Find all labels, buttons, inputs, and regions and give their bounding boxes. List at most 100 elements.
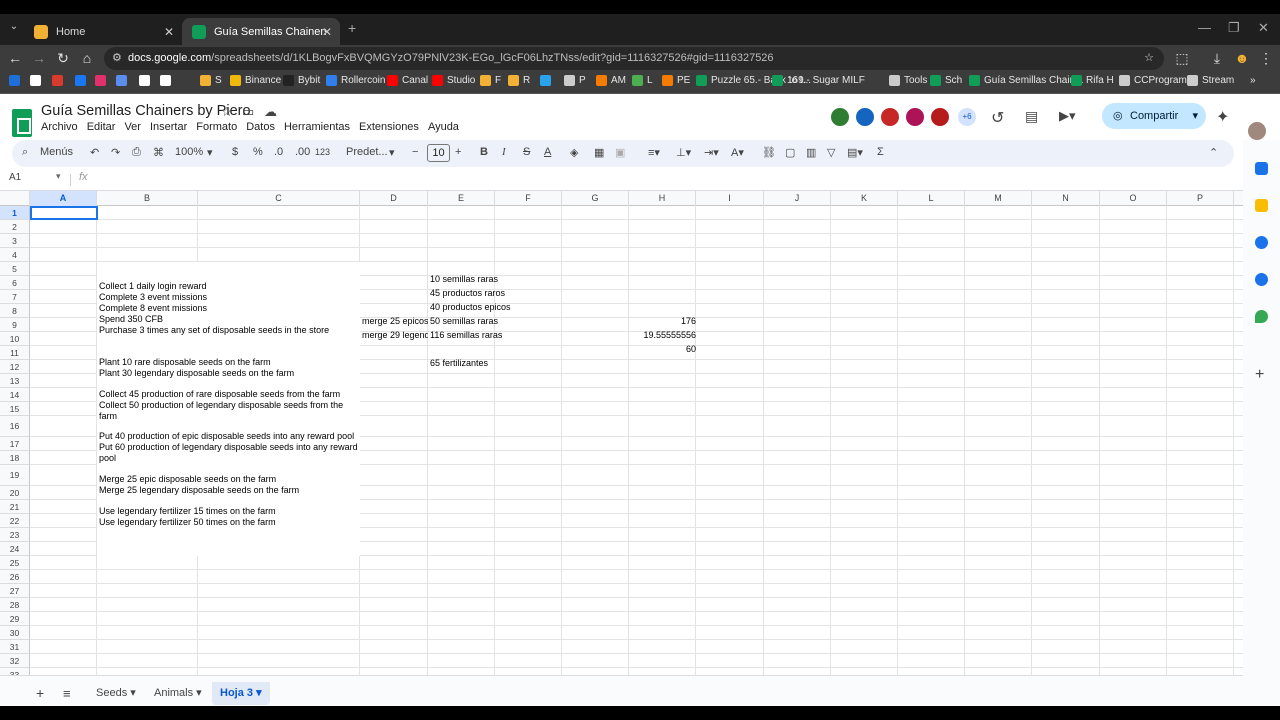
chevron-down-icon[interactable]: ▾ — [1192, 103, 1198, 129]
sheet-tab-hoja-3[interactable]: Hoja 3 ▾ — [212, 682, 270, 705]
select-all-corner[interactable] — [0, 191, 30, 206]
row-header-30[interactable]: 30 — [0, 626, 30, 640]
cell-b7[interactable]: Complete 3 event missions — [99, 292, 357, 303]
site-info-icon[interactable]: ⚙ — [112, 47, 122, 70]
redo-icon[interactable]: ↷ — [111, 146, 120, 159]
cell-b22[interactable]: Merge 25 legendary disposable seeds on t… — [99, 485, 357, 496]
italic-button[interactable]: I — [502, 146, 506, 158]
row-header-21[interactable]: 21 — [0, 500, 30, 514]
cell-e5[interactable]: 10 semillas raras — [430, 274, 560, 285]
column-header-n[interactable]: N — [1032, 191, 1100, 206]
column-header-g[interactable]: G — [562, 191, 629, 206]
bookmark-item[interactable] — [95, 75, 110, 86]
bookmark-item[interactable]: Rollercoin — [326, 75, 385, 86]
row-header-4[interactable]: 4 — [0, 248, 30, 262]
text-color-button[interactable]: A — [544, 146, 551, 158]
bookmark-item[interactable]: Bybit — [283, 75, 320, 86]
cell-e7[interactable]: 40 productos epicos — [430, 302, 560, 313]
bookmark-item[interactable] — [75, 75, 90, 86]
row-header-1[interactable]: 1 — [0, 206, 30, 220]
row-header-19[interactable]: 19 — [0, 465, 30, 486]
font-size-input[interactable]: 10 — [427, 144, 450, 162]
row-header-32[interactable]: 32 — [0, 654, 30, 668]
keep-icon[interactable] — [1255, 199, 1268, 212]
more-bookmarks-icon[interactable]: » — [1250, 75, 1256, 86]
cell-b18[interactable]: Put 40 production of epic disposable see… — [99, 431, 357, 442]
undo-icon[interactable]: ↶ — [90, 146, 99, 159]
row-header-5[interactable]: 5 — [0, 262, 30, 276]
menu-herramientas[interactable]: Herramientas — [284, 121, 350, 133]
row-header-15[interactable]: 15 — [0, 402, 30, 416]
cell-e8[interactable]: 50 semillas raras — [430, 316, 560, 327]
sheet-tab-seeds[interactable]: Seeds ▾ — [88, 682, 144, 705]
collaborator-avatar[interactable] — [879, 106, 901, 128]
close-tab-icon[interactable]: ✕ — [322, 25, 332, 39]
menu-datos[interactable]: Datos — [246, 121, 275, 133]
all-sheets-icon[interactable]: ≡ — [55, 682, 79, 705]
row-header-18[interactable]: 18 — [0, 451, 30, 465]
font-size-increase-button[interactable]: + — [455, 146, 461, 158]
bookmark-item[interactable]: Studio — [432, 75, 475, 86]
row-header-14[interactable]: 14 — [0, 388, 30, 402]
bookmark-star-icon[interactable]: ☆ — [1144, 47, 1154, 70]
cell-d8[interactable]: merge 25 epicos — [362, 316, 428, 327]
cell-h8[interactable]: 176 — [631, 316, 696, 327]
meet-icon[interactable]: ▶▾ — [1059, 108, 1076, 124]
home-icon[interactable]: ⌂ — [79, 50, 95, 66]
currency-button[interactable]: $ — [232, 146, 238, 158]
functions-button[interactable]: Σ — [877, 146, 884, 158]
strikethrough-button[interactable]: S — [523, 146, 530, 158]
reload-icon[interactable]: ↻ — [55, 50, 71, 67]
cloud-status-icon[interactable]: ☁ — [264, 104, 277, 120]
column-header-c[interactable]: C — [198, 191, 360, 206]
sheets-logo-icon[interactable] — [12, 109, 32, 137]
bookmark-item[interactable] — [139, 75, 154, 86]
comment-icon[interactable]: ▢ — [785, 146, 795, 159]
column-header-i[interactable]: I — [696, 191, 764, 206]
column-header-m[interactable]: M — [965, 191, 1032, 206]
collaborator-avatar[interactable] — [929, 106, 951, 128]
bookmark-item[interactable]: F — [480, 75, 501, 86]
search-icon[interactable]: ⌕ — [22, 146, 28, 159]
star-icon[interactable]: ☆ — [221, 104, 233, 120]
tab-search-icon[interactable]: ⌄ — [6, 21, 22, 32]
search-menus[interactable]: Menús — [40, 146, 73, 158]
profile-icon[interactable]: ☻ — [1234, 50, 1250, 66]
cell-h9[interactable]: 19.55555556 — [631, 330, 696, 341]
menu-insertar[interactable]: Insertar — [150, 121, 187, 133]
decrease-decimals-button[interactable]: .0 — [274, 146, 283, 158]
cell-b16[interactable]: Collect 50 production of legendary dispo… — [99, 400, 354, 422]
chevron-down-icon[interactable]: ▾ — [389, 146, 395, 159]
increase-decimals-button[interactable]: .00 — [295, 146, 310, 158]
maps-icon[interactable] — [1255, 310, 1268, 323]
vertical-align-icon[interactable]: ⊥▾ — [676, 146, 691, 159]
row-header-8[interactable]: 8 — [0, 304, 30, 318]
comments-icon[interactable]: ▤ — [1025, 108, 1038, 125]
bookmark-item[interactable] — [160, 75, 175, 86]
row-header-20[interactable]: 20 — [0, 486, 30, 500]
bold-button[interactable]: B — [480, 146, 488, 158]
row-header-11[interactable]: 11 — [0, 346, 30, 360]
bookmark-item[interactable]: Tools — [889, 75, 927, 86]
forward-icon[interactable]: → — [31, 50, 47, 66]
bookmark-item[interactable]: AM — [596, 75, 626, 86]
calendar-icon[interactable] — [1255, 162, 1268, 175]
cell-b10[interactable]: Purchase 3 times any set of disposable s… — [99, 325, 357, 336]
row-header-6[interactable]: 6 — [0, 276, 30, 290]
column-header-a[interactable]: A — [30, 191, 97, 206]
bookmark-item[interactable]: L — [632, 75, 653, 86]
bookmark-item[interactable]: Stream — [1187, 75, 1234, 86]
menu-ayuda[interactable]: Ayuda — [428, 121, 459, 133]
row-header-10[interactable]: 10 — [0, 332, 30, 346]
horizontal-align-icon[interactable]: ≡▾ — [648, 146, 660, 159]
row-header-23[interactable]: 23 — [0, 528, 30, 542]
move-folder-icon[interactable]: ▭ — [242, 104, 254, 120]
add-addon-icon[interactable]: + — [1255, 366, 1264, 384]
column-header-k[interactable]: K — [831, 191, 898, 206]
bookmark-item[interactable]: Sch — [930, 75, 962, 86]
cell-e6[interactable]: 45 productos raros — [430, 288, 560, 299]
cell-b24[interactable]: Use legendary fertilizer 15 times on the… — [99, 506, 357, 517]
extensions-icon[interactable]: ⬚ — [1174, 50, 1190, 67]
row-header-3[interactable]: 3 — [0, 234, 30, 248]
cell-b15[interactable]: Collect 45 production of rare disposable… — [99, 389, 357, 400]
